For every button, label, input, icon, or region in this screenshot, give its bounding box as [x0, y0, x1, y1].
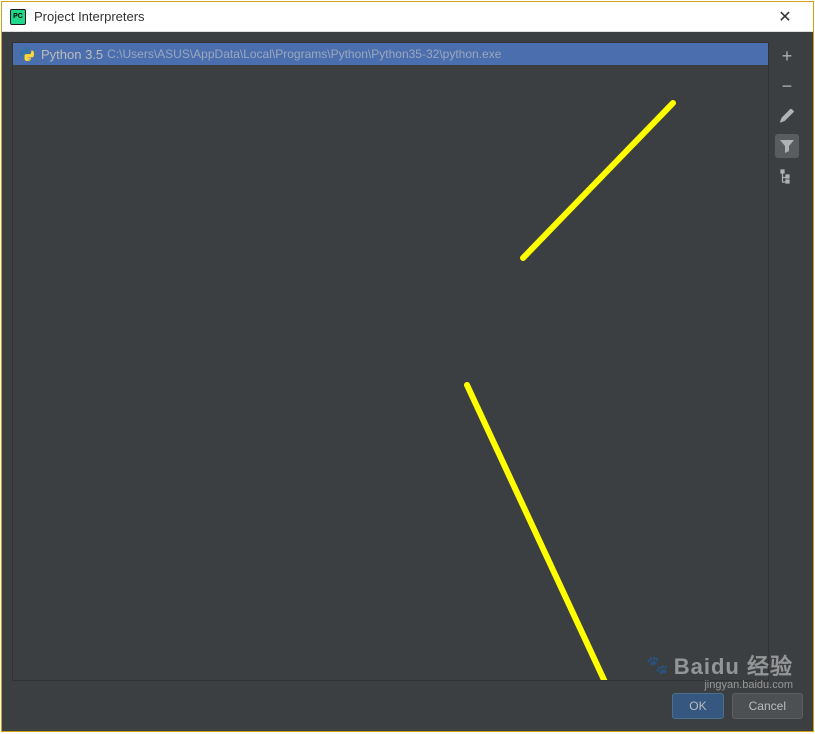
interpreter-item[interactable]: Python 3.5 C:\Users\ASUS\AppData\Local\P…: [13, 43, 768, 65]
pencil-icon: [779, 108, 795, 124]
cancel-button[interactable]: Cancel: [732, 693, 803, 719]
remove-button[interactable]: −: [775, 74, 799, 98]
filter-button[interactable]: [775, 134, 799, 158]
toolbar: + −: [775, 42, 803, 681]
add-button[interactable]: +: [775, 44, 799, 68]
close-icon: ✕: [778, 7, 791, 27]
button-bar: OK Cancel: [12, 681, 803, 721]
close-button[interactable]: ✕: [765, 3, 805, 31]
ok-button[interactable]: OK: [672, 693, 723, 719]
interpreter-name: Python 3.5: [41, 47, 103, 62]
annotation-line-2: [467, 385, 625, 680]
annotation-line-1: [523, 103, 673, 258]
interpreter-list[interactable]: Python 3.5 C:\Users\ASUS\AppData\Local\P…: [12, 42, 769, 681]
python-icon: [19, 46, 35, 62]
funnel-icon: [779, 138, 795, 154]
window-title: Project Interpreters: [34, 9, 765, 24]
edit-button[interactable]: [775, 104, 799, 128]
app-icon: PC: [10, 9, 26, 25]
main-area: Python 3.5 C:\Users\ASUS\AppData\Local\P…: [12, 42, 803, 681]
tree-icon: [779, 168, 795, 184]
window-frame: PC Project Interpreters ✕ Python 3.5 C:\…: [1, 1, 814, 732]
interpreter-path: C:\Users\ASUS\AppData\Local\Programs\Pyt…: [107, 47, 501, 61]
titlebar: PC Project Interpreters ✕: [2, 2, 813, 32]
minus-icon: −: [782, 76, 793, 97]
content-area: Python 3.5 C:\Users\ASUS\AppData\Local\P…: [2, 32, 813, 731]
annotation-overlay: [13, 43, 768, 680]
plus-icon: +: [782, 46, 793, 67]
tree-button[interactable]: [775, 164, 799, 188]
